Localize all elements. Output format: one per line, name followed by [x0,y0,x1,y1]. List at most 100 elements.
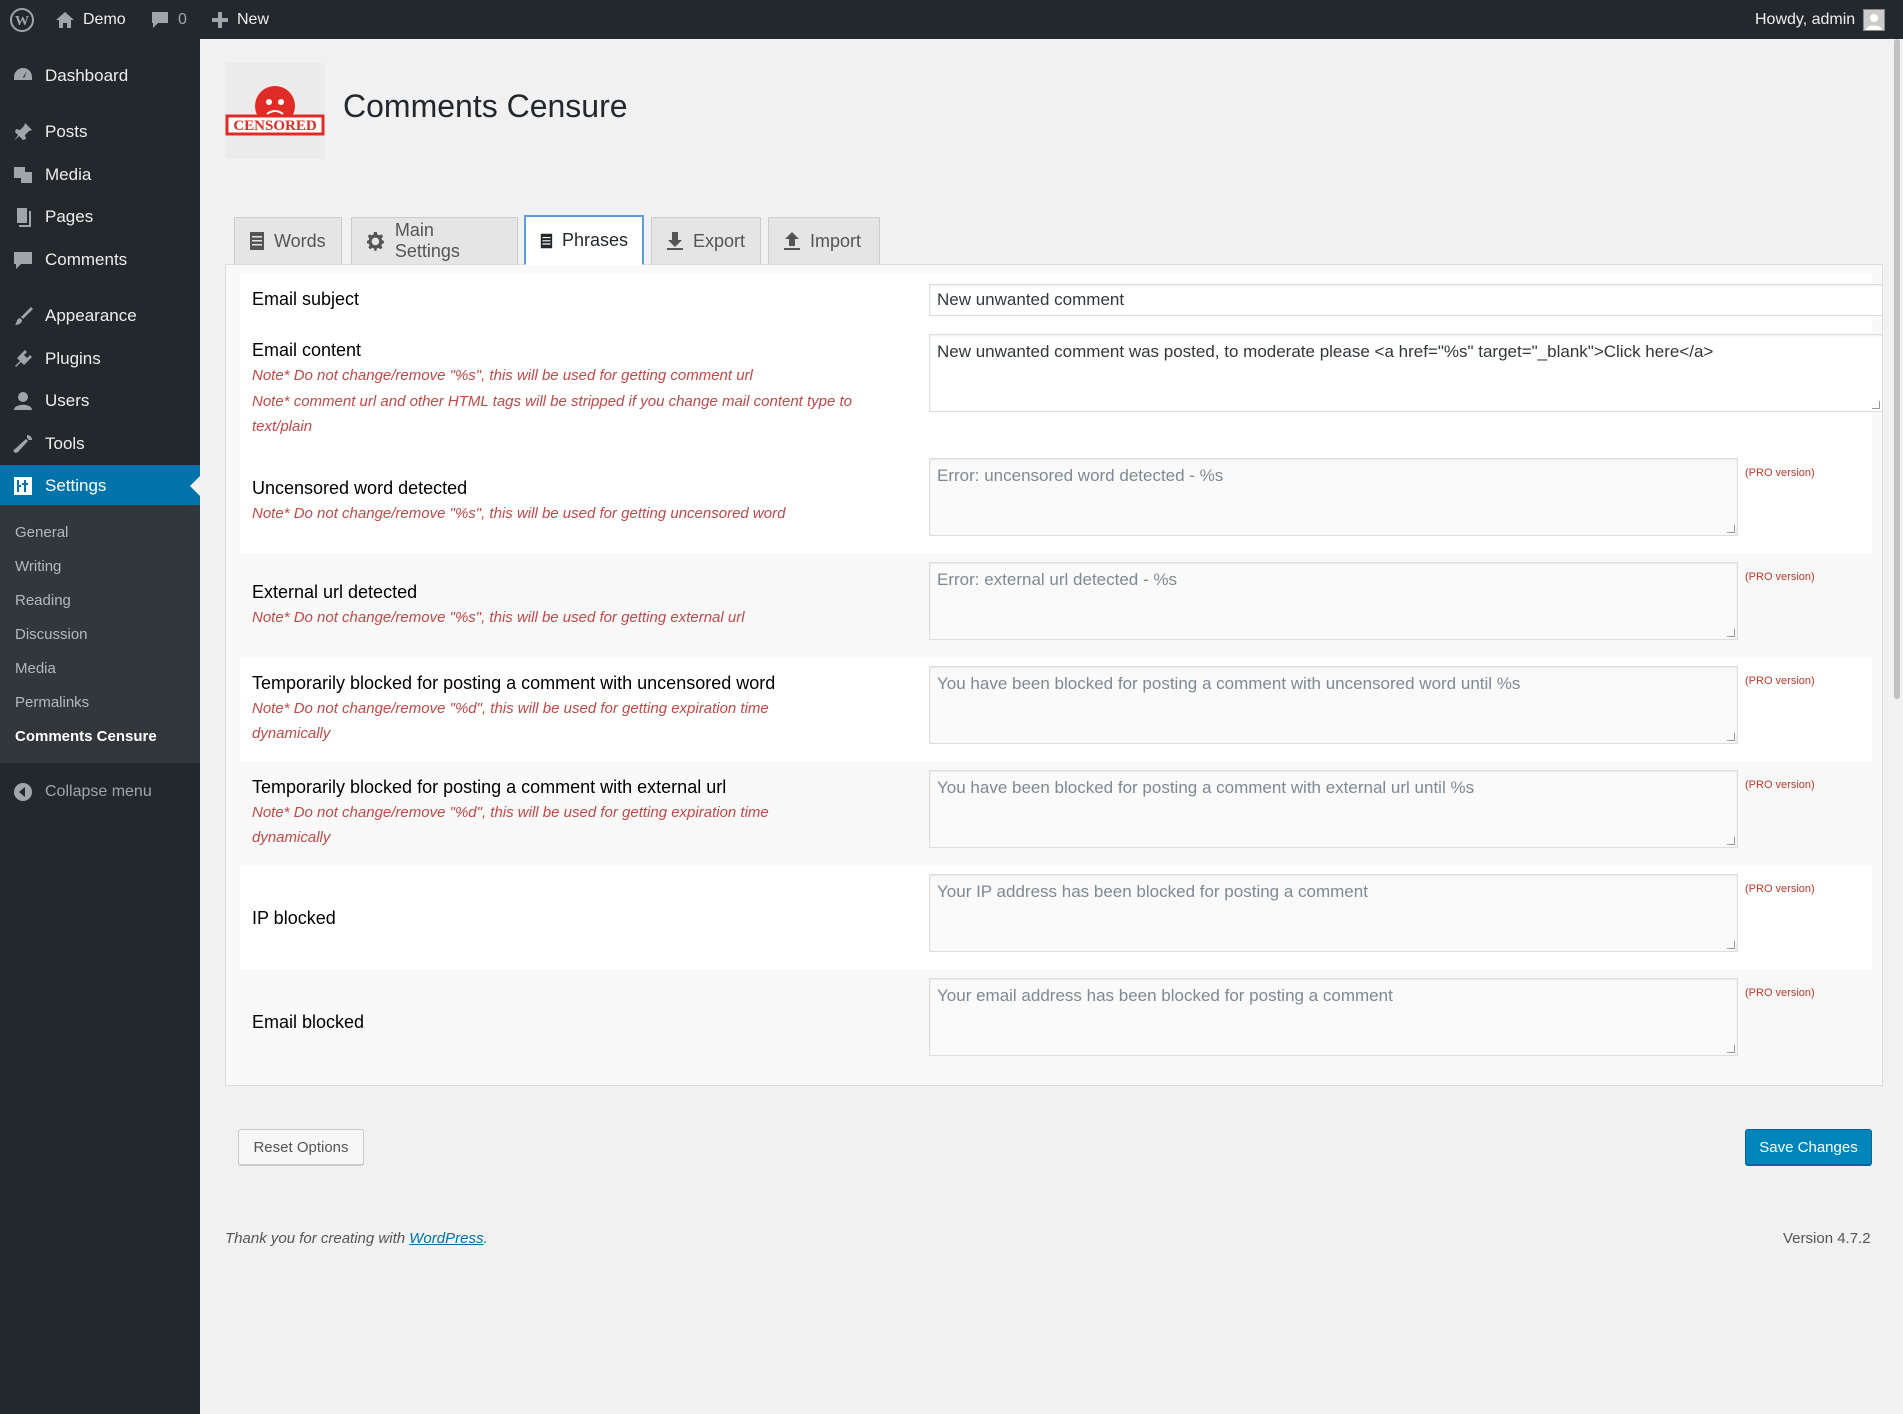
site-name-link[interactable]: Demo [55,0,126,39]
sidebar-item-pages[interactable]: Pages [0,196,200,238]
sidebar-item-media[interactable]: Media [0,154,200,196]
submenu-item-writing[interactable]: Writing [15,558,61,575]
scrollbar-thumb[interactable] [1894,39,1900,699]
tab-export[interactable]: Export [651,217,761,264]
resize-grip-icon [1727,525,1735,533]
tab-main-settings[interactable]: Main Settings [351,217,518,264]
settings-icon [0,475,45,497]
reset-options-button[interactable]: Reset Options [238,1129,364,1165]
new-content-link[interactable]: New [211,0,269,39]
upload-icon [784,232,800,250]
field-note: Note* Do not change/remove "%d", this wi… [252,700,769,742]
sidebar-item-appearance[interactable]: Appearance [0,295,200,337]
submenu-item-media[interactable]: Media [15,660,56,677]
submenu-item-general[interactable]: General [15,524,68,541]
form-row-ip-blocked: IP blocked Your IP address has been bloc… [240,865,1872,969]
plugin-logo: CENSORED [225,63,325,159]
pro-version-badge: (PRO version) [1745,987,1815,999]
collapse-menu-button[interactable]: Collapse menu [0,772,200,812]
tab-import[interactable]: Import [768,217,880,264]
field-note: Note* Do not change/remove "%s", this wi… [252,505,786,522]
form-row-external-url: External url detected Note* Do not chang… [240,553,1872,657]
field-note: Note* Do not change/remove "%d", this wi… [252,804,769,846]
wrench-icon [0,433,45,455]
pro-version-badge: (PRO version) [1745,883,1815,895]
submenu-item-comments-censure[interactable]: Comments Censure [15,728,157,745]
resize-grip-icon [1727,629,1735,637]
email-content-textarea[interactable]: New unwanted comment was posted, to mode… [929,334,1883,412]
phrases-panel: Email subject New unwanted comment Email… [225,264,1883,1086]
account-menu[interactable]: Howdy, admin [1755,0,1886,39]
sidebar-item-settings[interactable]: Settings [0,465,200,507]
external-url-value: Error: external url detected - %s [937,570,1177,589]
admin-sidebar: Dashboard Posts Media Pages Comments App… [0,39,200,1414]
field-label: IP blocked [252,908,336,928]
media-icon [0,164,45,186]
sidebar-item-label: Posts [45,122,88,141]
field-label: Temporarily blocked for posting a commen… [252,673,776,693]
tab-words[interactable]: Words [234,217,342,264]
pro-version-badge: (PRO version) [1745,779,1815,791]
document-icon [540,233,553,248]
field-note: Note* Do not change/remove "%s", this wi… [252,367,753,384]
email-subject-input[interactable]: New unwanted comment [929,284,1883,316]
new-label: New [237,10,270,28]
resize-grip-icon [1727,941,1735,949]
external-url-textarea: Error: external url detected - %s [929,562,1738,640]
gear-icon [366,232,384,251]
sidebar-item-label: Users [45,391,90,410]
sidebar-item-plugins[interactable]: Plugins [0,338,200,380]
comments-link[interactable]: 0 [150,0,187,39]
resize-grip-icon[interactable] [1872,401,1880,409]
page-icon [0,206,45,228]
svg-text:W: W [15,14,29,29]
tab-label: Export [693,230,746,251]
sidebar-item-label: Settings [45,476,107,495]
sidebar-item-tools[interactable]: Tools [0,423,200,465]
tab-label: Import [810,230,862,251]
sidebar-item-label: Pages [45,207,94,226]
ip-blocked-textarea: Your IP address has been blocked for pos… [929,874,1738,952]
submenu-item-permalinks[interactable]: Permalinks [15,694,89,711]
footer-thanks: Thank you for creating with WordPress. [225,1230,488,1247]
admin-bar: W Demo 0 New Howdy, admin [0,0,1903,39]
wordpress-logo-icon[interactable]: W [10,0,34,39]
pro-version-badge: (PRO version) [1745,675,1815,687]
document-icon [250,232,264,250]
blocked-uncensored-textarea: You have been blocked for posting a comm… [929,666,1738,744]
sidebar-item-label: Plugins [45,349,101,368]
form-row-email-blocked: Email blocked Your email address has bee… [240,969,1872,1073]
collapse-menu-label: Collapse menu [45,783,152,800]
wordpress-link[interactable]: WordPress [409,1230,483,1247]
submenu-item-discussion[interactable]: Discussion [15,626,88,643]
logo-text: CENSORED [233,118,317,134]
save-changes-button[interactable]: Save Changes [1745,1129,1872,1165]
comment-icon [152,11,168,28]
resize-grip-icon [1727,733,1735,741]
form-row-email-subject: Email subject New unwanted comment [240,273,1883,325]
email-blocked-value: Your email address has been blocked for … [937,986,1393,1005]
sidebar-item-label: Dashboard [45,66,129,85]
sidebar-item-users[interactable]: Users [0,380,200,422]
page-scrollbar[interactable] [1891,39,1903,1414]
footer-thanks-prefix: Thank you for creating with [225,1230,410,1247]
tab-phrases[interactable]: Phrases [524,215,644,265]
pro-version-badge: (PRO version) [1745,571,1815,583]
dashboard-icon [0,65,45,87]
plugin-icon [0,348,45,370]
uncensored-word-textarea: Error: uncensored word detected - %s [929,458,1738,536]
sidebar-item-dashboard[interactable]: Dashboard [0,55,200,97]
blocked-uncensored-value: You have been blocked for posting a comm… [937,674,1521,693]
submenu-item-reading[interactable]: Reading [15,592,71,609]
sidebar-item-posts[interactable]: Posts [0,111,200,153]
form-row-email-content: Email content Note* Do not change/remove… [240,325,1883,449]
greeting: Howdy, admin [1755,10,1856,28]
sidebar-item-comments[interactable]: Comments [0,239,200,281]
uncensored-word-value: Error: uncensored word detected - %s [937,466,1224,485]
field-label: Email subject [252,289,360,309]
footer-version: Version 4.7.2 [1783,1230,1871,1247]
comments-count: 0 [178,10,187,28]
tab-label: Main Settings [394,220,460,261]
form-row-blocked-external: Temporarily blocked for posting a commen… [240,761,1872,865]
download-icon [667,232,683,250]
